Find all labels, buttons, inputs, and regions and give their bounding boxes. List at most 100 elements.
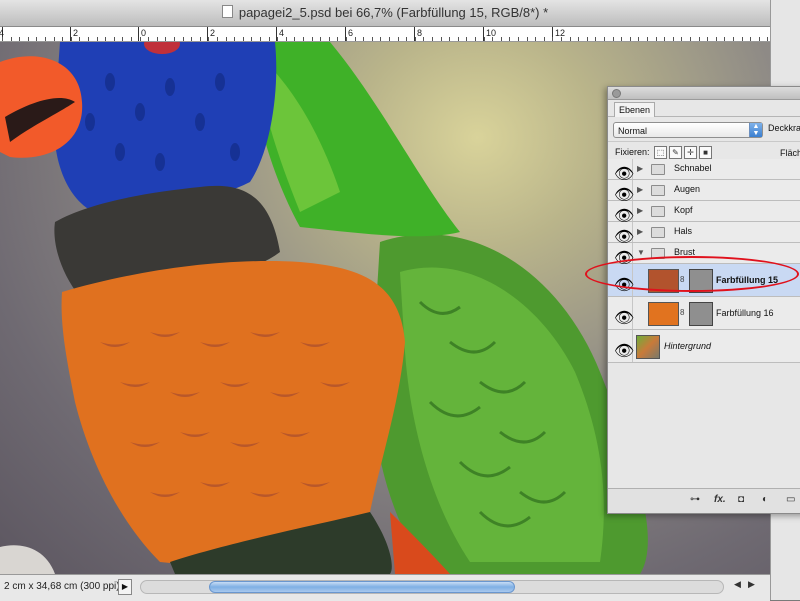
window-title: papagei2_5.psd bei 66,7% (Farbfüllung 15… [0, 5, 770, 20]
lock-label: Fixieren: [615, 147, 650, 157]
ruler-minor-tick [630, 37, 631, 41]
ruler-minor-tick [19, 37, 20, 41]
ruler-minor-tick [398, 37, 399, 41]
ruler-number: 2 [73, 28, 79, 38]
ruler-minor-tick [664, 37, 665, 41]
ruler-minor-tick [312, 37, 313, 41]
horizontal-ruler[interactable]: 4 2 0 2 4 6 8 10 12 [0, 27, 770, 42]
lock-position-icon[interactable]: ✛ [684, 146, 697, 159]
status-bar: 2 cm x 34,68 cm (300 ppi) ▶ ◀ ▶ [0, 574, 770, 601]
ruler-minor-tick [561, 37, 562, 41]
ruler-minor-tick [441, 37, 442, 41]
visibility-toggle[interactable]: 👁 [608, 330, 635, 362]
layer-row[interactable]: 👁 ▶ Hals [608, 222, 800, 246]
ruler-minor-tick [484, 37, 485, 41]
visibility-toggle[interactable]: 👁 [608, 201, 634, 225]
folder-icon[interactable]: ▭ [786, 494, 795, 505]
horizontal-scrollbar[interactable] [140, 580, 724, 594]
ruler-minor-tick [329, 37, 330, 41]
ruler-minor-tick [699, 37, 700, 41]
link-icon[interactable]: ⊶ [690, 494, 700, 505]
ruler-minor-tick [45, 37, 46, 41]
ruler-minor-tick [449, 37, 450, 41]
fill-color-thumbnail[interactable] [648, 302, 679, 326]
window-title-text: papagei2_5.psd bei 66,7% (Farbfüllung 15… [238, 5, 549, 20]
ruler-minor-tick [587, 37, 588, 41]
expand-triangle-icon[interactable]: ▶ [637, 185, 643, 194]
ruler-minor-tick [11, 37, 12, 41]
ruler-minor-tick [243, 37, 244, 41]
scrollbar-thumb[interactable] [209, 581, 515, 593]
background-thumbnail[interactable] [636, 335, 660, 359]
ruler-minor-tick [79, 37, 80, 41]
ruler-minor-tick [492, 37, 493, 41]
close-icon[interactable] [612, 89, 621, 98]
expand-triangle-icon[interactable]: ▶ [637, 206, 643, 215]
mask-icon[interactable]: ◘ [738, 494, 744, 505]
layer-name: Schnabel [674, 163, 712, 173]
ruler-number: 0 [141, 28, 147, 38]
ruler-minor-tick [518, 37, 519, 41]
ruler-minor-tick [217, 37, 218, 41]
layers-panel[interactable]: Ebenen Normal ▲▼ Deckkraft Fixieren: ⬚ ✎… [607, 86, 800, 514]
fx-icon[interactable]: fx. [714, 494, 726, 505]
layer-row[interactable]: 👁 ▶ Kopf [608, 201, 800, 225]
ruler-minor-tick [552, 37, 553, 41]
folder-icon [651, 164, 665, 175]
ruler-number: 2 [210, 28, 216, 38]
visibility-toggle[interactable]: 👁 [608, 297, 634, 329]
expand-triangle-icon[interactable]: ▶ [637, 227, 643, 236]
status-menu-button[interactable]: ▶ [118, 579, 132, 595]
ruler-minor-tick [355, 37, 356, 41]
ruler-minor-tick [475, 37, 476, 41]
ruler-minor-tick [140, 37, 141, 41]
panel-bottom-toolbar: ⊶ fx. ◘ ◐ ▭ [608, 488, 800, 513]
ruler-minor-tick [604, 37, 605, 41]
fill-label: Fläch [780, 148, 800, 158]
window-titlebar[interactable]: papagei2_5.psd bei 66,7% (Farbfüllung 15… [0, 0, 770, 27]
ruler-minor-tick [767, 37, 768, 41]
document-icon [221, 5, 233, 18]
collapse-triangle-icon[interactable]: ▼ [637, 248, 645, 257]
visibility-toggle[interactable]: 👁 [608, 159, 634, 183]
ruler-minor-tick [432, 37, 433, 41]
ruler-minor-tick [733, 37, 734, 41]
layer-row[interactable]: 👁 ▶ Augen [608, 180, 800, 204]
layer-name: Farbfüllung 16 [716, 308, 774, 318]
ruler-number: 12 [555, 28, 566, 38]
visibility-toggle[interactable]: 👁 [608, 222, 634, 246]
layer-row[interactable]: 👁 8 Farbfüllung 16 [608, 297, 800, 330]
ruler-minor-tick [544, 37, 545, 41]
ruler-minor-tick [690, 37, 691, 41]
ruler-minor-tick [423, 37, 424, 41]
ruler-minor-tick [716, 37, 717, 41]
visibility-toggle[interactable]: 👁 [608, 180, 634, 204]
link-icon[interactable]: 8 [680, 308, 684, 317]
lock-image-icon[interactable]: ✎ [669, 146, 682, 159]
layer-row[interactable]: 👁 Hintergrund [608, 330, 800, 363]
ruler-minor-tick [54, 37, 55, 41]
ruler-number: 4 [279, 28, 285, 38]
ruler-minor-tick [165, 37, 166, 41]
scroll-right-arrow-icon[interactable]: ▶ [748, 579, 755, 590]
ruler-number: 10 [486, 28, 497, 38]
ruler-minor-tick [724, 37, 725, 41]
ruler-minor-tick [509, 37, 510, 41]
expand-triangle-icon[interactable]: ▶ [637, 164, 643, 173]
layer-mask-thumbnail[interactable] [689, 302, 713, 326]
lock-transparent-icon[interactable]: ⬚ [654, 146, 667, 159]
panel-titlebar[interactable] [608, 87, 800, 100]
layer-row[interactable]: 👁 ▶ Schnabel [608, 159, 800, 183]
eye-icon: 👁 [614, 343, 635, 360]
lock-all-icon[interactable]: ■ [699, 146, 712, 159]
scroll-left-arrow-icon[interactable]: ◀ [734, 579, 741, 590]
blend-mode-select[interactable]: Normal ▲ ▼ [613, 122, 763, 138]
tab-layers[interactable]: Ebenen [614, 102, 656, 117]
ruler-minor-tick [406, 37, 407, 41]
ruler-minor-tick [131, 37, 132, 41]
ruler-minor-tick [36, 37, 37, 41]
ruler-minor-tick [157, 37, 158, 41]
adjustment-icon[interactable]: ◐ [762, 494, 768, 505]
ruler-minor-tick [759, 37, 760, 41]
ruler-minor-tick [105, 37, 106, 41]
